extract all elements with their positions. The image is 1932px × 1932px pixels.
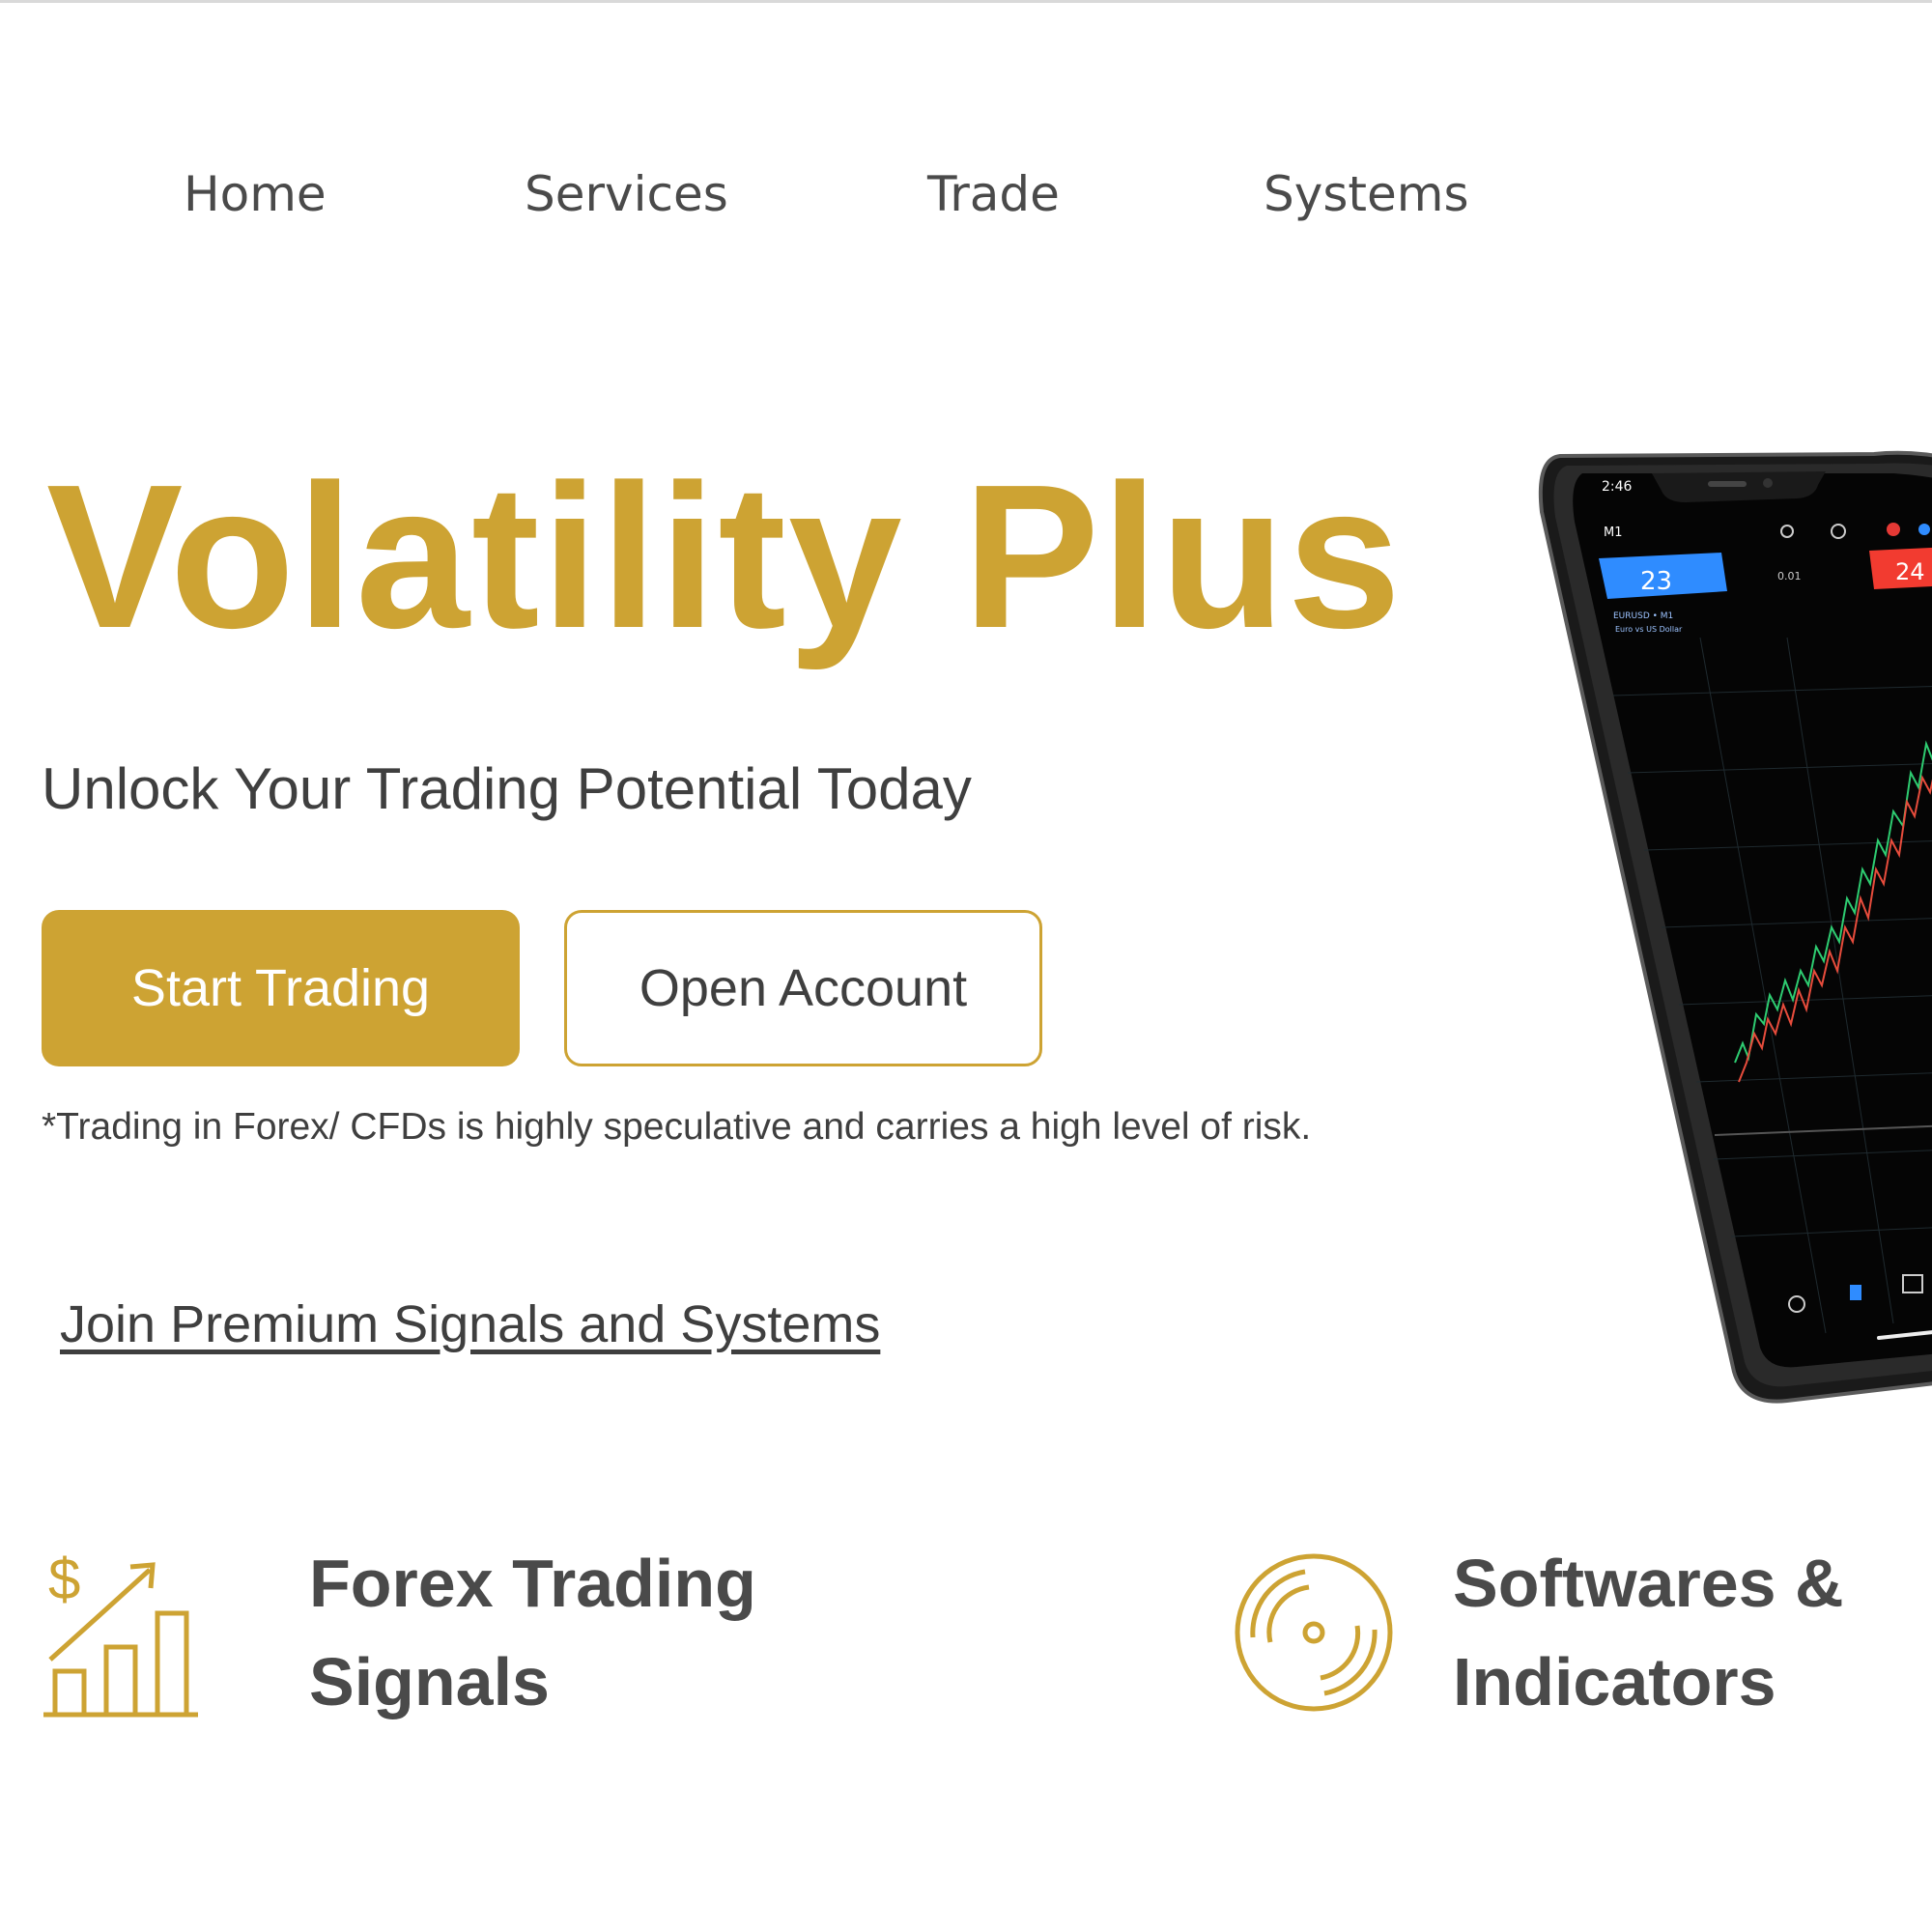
feature-title-line: Softwares & — [1453, 1546, 1844, 1621]
growth-chart-dollar-icon: $ — [43, 1547, 198, 1718]
lot-size: 0.01 — [1777, 570, 1802, 582]
hero-title: Volatility Plus — [46, 441, 1404, 670]
feature-title-line: Forex Trading — [309, 1546, 756, 1621]
disc-icon — [1235, 1553, 1393, 1712]
svg-text:23: 23 — [1640, 567, 1672, 596]
status-time: 2:46 — [1602, 479, 1633, 495]
nav-item-systems[interactable]: Systems — [1264, 166, 1469, 222]
open-account-button[interactable]: Open Account — [564, 910, 1042, 1066]
feature-title-softwares-indicators: Softwares & Indicators — [1453, 1534, 1932, 1731]
svg-text:24: 24 — [1895, 558, 1925, 585]
svg-text:$: $ — [48, 1547, 80, 1611]
risk-disclaimer: *Trading in Forex/ CFDs is highly specul… — [42, 1106, 1312, 1148]
phone-illustration: 2:46 M1 23 0.01 24 EURUSD • M1 Euro vs U… — [1538, 450, 1932, 1404]
feature-title-forex-signals: Forex Trading Signals — [309, 1534, 850, 1731]
trading-app-phone-image: 2:46 M1 23 0.01 24 EURUSD • M1 Euro vs U… — [1507, 444, 1932, 1410]
feature-title-line: Indicators — [1453, 1644, 1776, 1719]
top-border — [0, 0, 1932, 3]
hero-subtitle: Unlock Your Trading Potential Today — [42, 756, 972, 821]
nav-item-home[interactable]: Home — [184, 166, 327, 222]
pair-label: EURUSD • M1 — [1613, 611, 1673, 621]
sell-price-box: 23 — [1599, 553, 1727, 599]
nav-item-trade[interactable]: Trade — [927, 166, 1060, 222]
timeframe-label: M1 — [1604, 526, 1623, 540]
start-trading-button[interactable]: Start Trading — [42, 910, 520, 1066]
main-nav: Home Services Trade Systems — [0, 166, 1546, 234]
buy-price-box: 24 — [1869, 547, 1932, 589]
pair-description: Euro vs US Dollar — [1615, 625, 1683, 634]
feature-title-line: Signals — [309, 1644, 550, 1719]
nav-item-services[interactable]: Services — [525, 166, 728, 222]
premium-signals-link[interactable]: Join Premium Signals and Systems — [60, 1294, 880, 1354]
